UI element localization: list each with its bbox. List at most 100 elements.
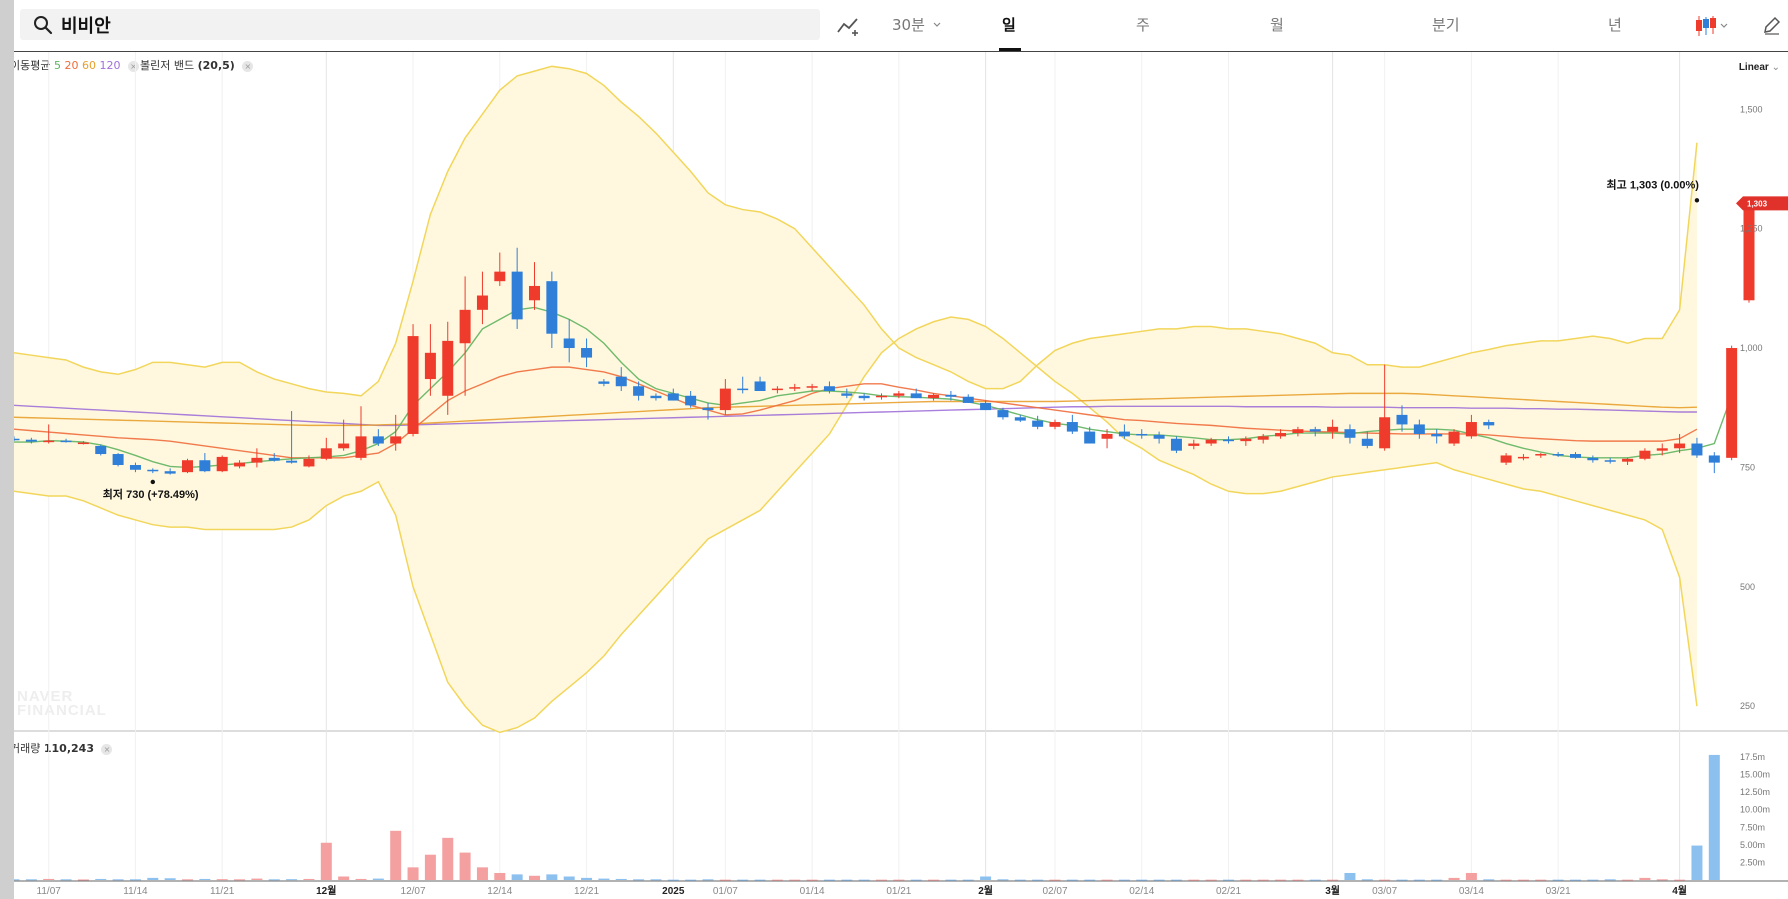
- candle-body: [1535, 454, 1547, 456]
- price-chart[interactable]: 250 500 750 1,000 1,250 1,500 1,303 2.50m 5.00m…: [14, 0, 1788, 899]
- volume-bar: [581, 877, 593, 880]
- active-tab-indicator: [999, 48, 1021, 51]
- candle-body: [1622, 458, 1634, 462]
- volume-tick-label: 12.50m: [1740, 787, 1770, 797]
- volume-bar: [633, 879, 645, 881]
- volume-bar: [771, 879, 783, 881]
- volume-bar: [390, 830, 402, 880]
- candle-body: [1327, 426, 1339, 432]
- volume-legend: 거래량 110,243 ×: [14, 740, 113, 756]
- candle-body: [598, 381, 610, 384]
- candle-body: [303, 458, 315, 467]
- candle-body: [1118, 431, 1130, 437]
- candle-body: [112, 454, 124, 466]
- tab-week[interactable]: 주: [1136, 14, 1150, 35]
- candle-body: [407, 336, 419, 434]
- remove-ma-icon[interactable]: ×: [127, 60, 139, 72]
- candle-body: [789, 387, 801, 389]
- volume-bar: [1587, 879, 1599, 881]
- volume-bar: [667, 879, 679, 881]
- search-icon: [34, 15, 53, 34]
- date-tick-label: 02/07: [1042, 886, 1067, 897]
- candle-body: [754, 381, 766, 391]
- volume-bar: [1170, 879, 1182, 881]
- interval-30m-dropdown[interactable]: 30분: [892, 14, 925, 35]
- price-tick-label: 250: [1740, 701, 1755, 711]
- volume-bar: [1188, 879, 1200, 881]
- tab-quarter[interactable]: 분기: [1432, 14, 1460, 35]
- volume-bar: [459, 852, 471, 880]
- remove-bollinger-icon[interactable]: ×: [242, 60, 254, 72]
- remove-volume-icon[interactable]: ×: [101, 743, 113, 755]
- volume-bar: [476, 867, 488, 880]
- candle-body: [581, 348, 593, 358]
- volume-bar: [199, 878, 211, 880]
- volume-bar: [268, 879, 280, 881]
- candle-body: [1448, 431, 1460, 444]
- volume-bar: [1032, 879, 1044, 881]
- low-label: 최저 730 (+78.49%): [103, 487, 199, 501]
- candle-body: [355, 436, 367, 458]
- tab-month[interactable]: 월: [1270, 14, 1284, 35]
- candle-body: [338, 443, 350, 449]
- volume-tick-label: 10.00m: [1740, 805, 1770, 815]
- volume-bar: [1483, 879, 1495, 881]
- volume-bar: [806, 879, 818, 881]
- search-box[interactable]: 비비안: [20, 9, 820, 40]
- candle-body: [997, 410, 1009, 418]
- bollinger-label: 볼린저 밴드: [140, 59, 195, 72]
- watermark-line-2: FINANCIAL: [17, 702, 107, 719]
- moving-average-legend: 이동평균 5 20 60 120 ×: [14, 57, 139, 73]
- volume-bar: [1465, 872, 1477, 880]
- candle-body: [60, 440, 72, 443]
- volume-bar: [320, 842, 332, 880]
- tab-day[interactable]: 일: [1002, 14, 1016, 35]
- candle-body: [667, 393, 679, 401]
- date-tick-label: 2월: [978, 885, 993, 897]
- volume-bar: [1101, 879, 1113, 881]
- indicator-add-icon[interactable]: [836, 15, 862, 37]
- date-tick-label: 01/14: [800, 886, 825, 897]
- volume-bar: [928, 879, 940, 881]
- scale-mode-toggle[interactable]: Linear ⌄: [1739, 62, 1780, 73]
- candle-body: [459, 309, 471, 344]
- candle-body: [1379, 417, 1391, 449]
- volume-bar: [234, 879, 246, 881]
- volume-bar: [1014, 879, 1026, 881]
- candle-body: [563, 338, 575, 349]
- volume-bar: [1118, 879, 1130, 881]
- volume-bar: [60, 879, 72, 881]
- candle-body: [1205, 439, 1217, 444]
- tab-year[interactable]: 년: [1608, 14, 1622, 35]
- annotations: 최저 730 (+78.49%) 최고 1,303 (0.00%): [103, 177, 1699, 501]
- candle-body: [1014, 417, 1026, 421]
- candle-body: [633, 386, 645, 396]
- pencil-draw-icon[interactable]: [1762, 15, 1782, 35]
- volume-bar: [1205, 879, 1217, 881]
- candle-body: [476, 295, 488, 310]
- volume-bar: [511, 874, 523, 880]
- candle-body: [1066, 422, 1078, 432]
- candlestick-type-icon[interactable]: [1694, 14, 1730, 38]
- ma60-line: [14, 392, 1697, 427]
- volume-bar: [1552, 879, 1564, 881]
- candle-body: [1101, 433, 1113, 439]
- candle-body: [182, 460, 193, 473]
- date-tick-label: 12월: [316, 885, 336, 897]
- volume-bar: [1361, 879, 1373, 881]
- bollinger-band-fill: [14, 66, 1697, 733]
- bollinger-band: [14, 65, 1698, 734]
- last-price-tag: [1736, 196, 1788, 211]
- candle-body: [806, 386, 818, 388]
- volume-value: 110,243: [43, 742, 94, 755]
- volume-bar: [910, 879, 922, 881]
- date-tick-label: 12/07: [401, 886, 426, 897]
- candle-body: [216, 456, 228, 472]
- candle-body: [893, 393, 905, 396]
- price-tick-label: 1,250: [1740, 224, 1763, 234]
- date-tick-label: 03/14: [1459, 886, 1484, 897]
- date-tick-label: 01/21: [886, 886, 911, 897]
- date-tick-label: 11/21: [210, 886, 235, 897]
- candle-body: [702, 407, 714, 411]
- candle-body: [1517, 456, 1529, 459]
